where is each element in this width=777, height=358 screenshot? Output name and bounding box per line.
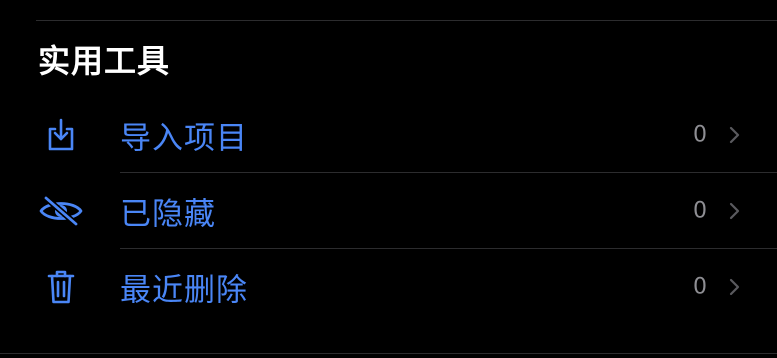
trash-icon bbox=[36, 267, 86, 307]
row-label: 导入项目 bbox=[120, 120, 248, 157]
row-hidden[interactable]: 已隐藏 0 bbox=[0, 173, 777, 249]
eye-slash-icon bbox=[36, 191, 86, 231]
chevron-right-icon bbox=[727, 125, 741, 145]
row-label: 最近删除 bbox=[120, 272, 248, 309]
utilities-list: 导入项目 0 已隐藏 0 最近删除 0 bbox=[0, 97, 777, 325]
row-import-items[interactable]: 导入项目 0 bbox=[0, 97, 777, 173]
section-title: 实用工具 bbox=[38, 42, 171, 80]
top-divider bbox=[36, 20, 777, 21]
item-count: 0 bbox=[693, 198, 707, 224]
item-count: 0 bbox=[693, 274, 707, 300]
item-count: 0 bbox=[693, 122, 707, 148]
bottom-divider bbox=[0, 353, 777, 354]
chevron-right-icon bbox=[727, 277, 741, 297]
row-label: 已隐藏 bbox=[120, 196, 216, 233]
import-tray-icon bbox=[36, 115, 86, 155]
chevron-right-icon bbox=[727, 201, 741, 221]
row-recently-deleted[interactable]: 最近删除 0 bbox=[0, 249, 777, 325]
